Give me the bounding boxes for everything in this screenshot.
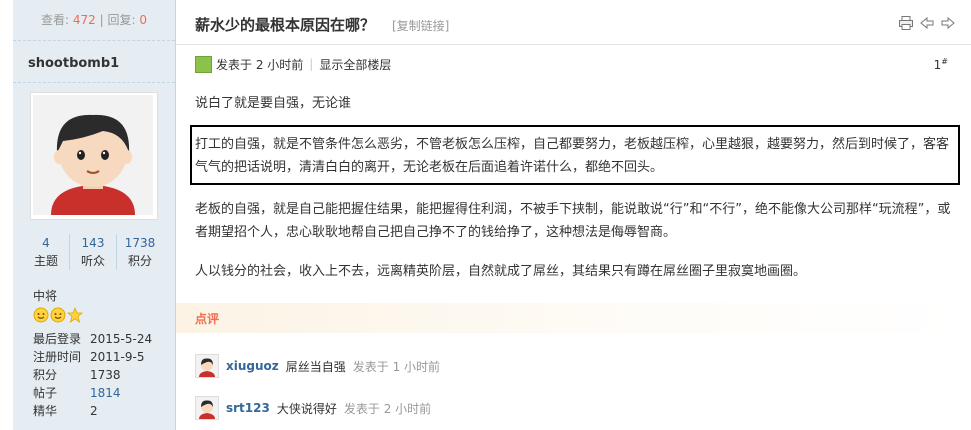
comment-time: 发表于 1 小时前 (352, 359, 441, 374)
comments-header: 点评 (176, 303, 971, 333)
profile-value: 2011-9-5 (90, 350, 145, 364)
comment-item: srt123 大侠说得好 发表于 2 小时前 (195, 396, 431, 420)
online-status-icon (195, 55, 212, 73)
count-label: 听众 (80, 254, 105, 268)
stats-divider: | (99, 13, 104, 27)
followers-count[interactable]: 143 听众 (69, 234, 116, 270)
profile-key: 最后登录 (33, 332, 82, 346)
user-profile-info: 最后登录 2015-5-24 注册时间 2011-9-5 积分 1738 帖子 … (33, 330, 152, 420)
count-label: 主题 (33, 254, 58, 268)
printer-icon[interactable] (898, 15, 914, 31)
replies-count: 0 (139, 13, 147, 27)
replies-label: 回复: (107, 13, 136, 27)
floor-suffix: # (941, 57, 948, 66)
profile-row: 注册时间 2011-9-5 (33, 348, 152, 366)
avatar-image (33, 95, 153, 215)
commenter-name[interactable]: srt123 (226, 401, 270, 415)
points-count[interactable]: 1738 积分 (116, 234, 163, 270)
count-value: 143 (81, 236, 105, 250)
star-icon (67, 307, 83, 323)
profile-key: 帖子 (33, 386, 58, 400)
profile-key: 注册时间 (33, 350, 82, 364)
title-actions (898, 15, 956, 31)
post-main: 薪水少的最根本原因在哪？ [复制链接] 发表于 2 小时前 | 显示全部楼层 1… (176, 0, 971, 430)
thread-stats: 查看: 472 | 回复: 0 (13, 0, 175, 41)
post-paragraph: 说白了就是要自强，无论谁 (195, 96, 352, 111)
profile-key: 积分 (33, 368, 58, 382)
profile-row: 帖子 1814 (33, 384, 152, 402)
commenter-avatar[interactable] (195, 396, 219, 420)
topics-count[interactable]: 4 主题 (23, 234, 69, 270)
profile-row: 积分 1738 (33, 366, 152, 384)
profile-value: 2015-5-24 (90, 332, 153, 346)
user-rank: 中将 (33, 289, 58, 303)
meta-separator: | (309, 57, 314, 71)
divider (13, 82, 175, 83)
show-all-floors-link[interactable]: 显示全部楼层 (319, 56, 391, 73)
copy-link-button[interactable]: [复制链接] (392, 17, 449, 34)
post-paragraph: 人以钱分的社会，收入上不去，远离精英阶层，自然就成了屌丝，其结果只有蹲在屌丝圈子… (195, 264, 807, 279)
commenter-avatar[interactable] (195, 354, 219, 378)
medal-icon (33, 307, 49, 323)
author-sidebar: 查看: 472 | 回复: 0 shootbomb1 4 主题 143 听众 1… (13, 0, 176, 430)
floor-number[interactable]: 1# (934, 57, 948, 72)
author-username[interactable]: shootbomb1 (28, 56, 119, 71)
avatar[interactable] (30, 92, 158, 220)
previous-thread-icon[interactable] (919, 15, 935, 31)
thread-title-bar: 薪水少的最根本原因在哪？ [复制链接] (176, 0, 971, 45)
profile-value: 1738 (90, 368, 121, 382)
comment-text: 屌丝当自强 (285, 359, 346, 374)
commenter-name[interactable]: xiuguoz (226, 359, 279, 373)
comment-text: 大侠说得好 (276, 401, 337, 416)
comments-label: 点评 (195, 312, 220, 326)
thread-title: 薪水少的最根本原因在哪？ (195, 17, 376, 34)
rank-medals (33, 307, 83, 323)
user-counts: 4 主题 143 听众 1738 积分 (23, 234, 163, 270)
count-label: 积分 (127, 254, 152, 268)
post-paragraph: 老板的自强，就是自己能把握住结果，能把握得住利润，不被手下挟制，能说敢说“行”和… (195, 202, 951, 240)
next-thread-icon[interactable] (940, 15, 956, 31)
profile-row: 精华 2 (33, 402, 152, 420)
medal-icon (50, 307, 66, 323)
profile-key: 精华 (33, 404, 58, 418)
count-value: 4 (42, 236, 50, 250)
profile-row: 最后登录 2015-5-24 (33, 330, 152, 348)
profile-value[interactable]: 1814 (90, 384, 121, 402)
post-paragraph: 打工的自强，就是不管条件怎么恶劣，不管老板怎么压榨，自己都要努力，老板越压榨，心… (195, 137, 950, 175)
count-value: 1738 (124, 236, 156, 250)
views-label: 查看: (41, 13, 70, 27)
comment-time: 发表于 2 小时前 (343, 401, 432, 416)
post-time: 发表于 2 小时前 (216, 57, 304, 72)
comment-item: xiuguoz 屌丝当自强 发表于 1 小时前 (195, 354, 440, 378)
views-count: 472 (72, 13, 96, 27)
profile-value: 2 (90, 404, 98, 418)
post-meta: 发表于 2 小时前 | 显示全部楼层 (195, 55, 391, 73)
